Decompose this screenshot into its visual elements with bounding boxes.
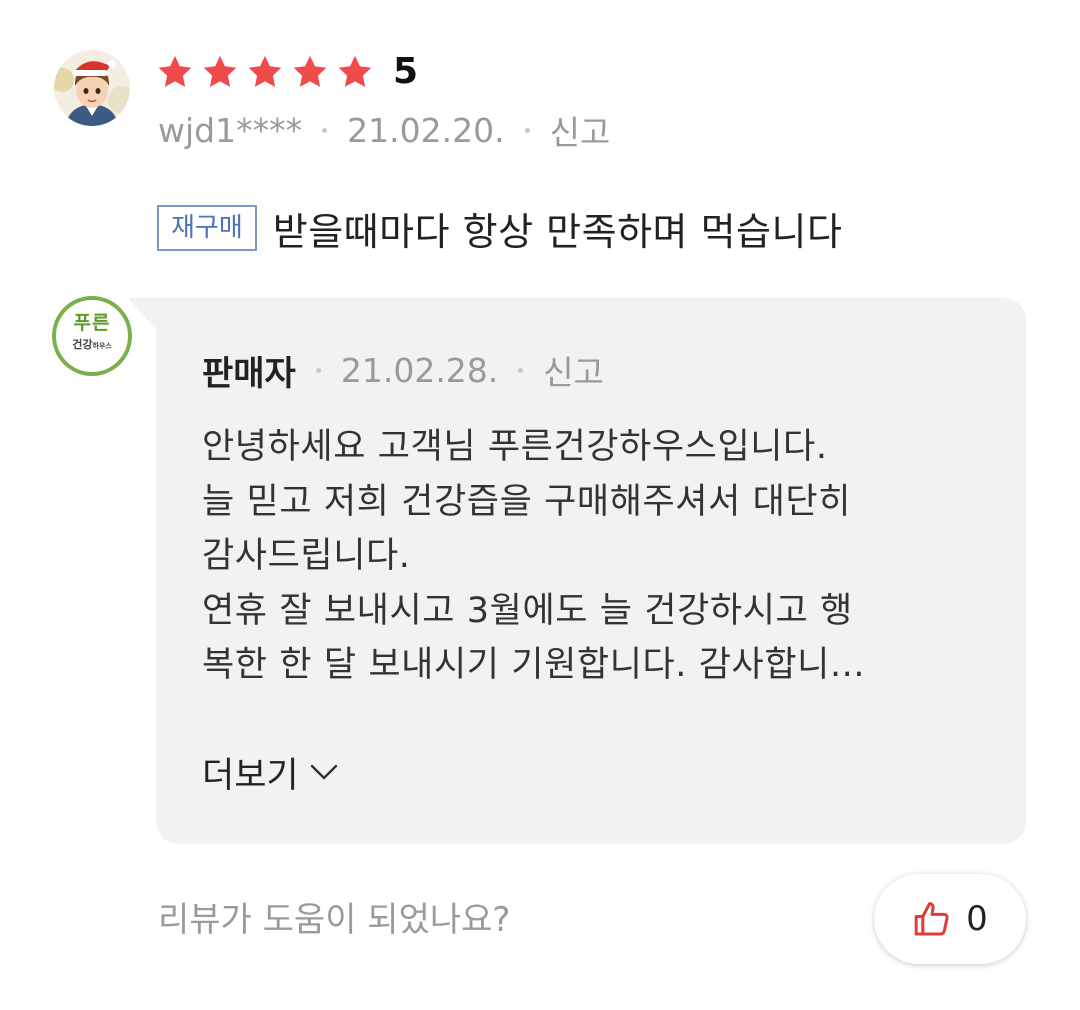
repurchase-badge: 재구매 xyxy=(157,205,257,251)
review-date: 21.02.20. xyxy=(347,110,505,150)
seller-meta: 판매자 21.02.28. 신고 xyxy=(202,346,604,394)
seller-logo-text-top: 푸른 xyxy=(73,312,111,334)
meta-separator xyxy=(315,367,321,373)
seller-logo-text-sub: 하우스 xyxy=(92,342,112,350)
seller-name: 판매자 xyxy=(202,353,296,394)
reply-line: 감사드립니다. xyxy=(202,536,411,576)
thumbs-up-icon xyxy=(914,902,949,936)
reply-line: 안녕하세요 고객님 푸른건강하우스입니다. xyxy=(202,427,828,467)
star-icon xyxy=(293,55,327,87)
seller-logo: 푸른 건강하우스 xyxy=(52,296,132,376)
seller-logo-text-main: 건강 xyxy=(72,338,93,351)
seller-reply-bubble: 판매자 21.02.28. 신고 안녕하세요 고객님 푸른건강하우스입니다. 늘… xyxy=(156,298,1026,844)
more-button-label: 더보기 xyxy=(202,755,299,796)
reply-line: 복한 한 달 보내시기 기원합니다. 감사합니... xyxy=(202,645,866,685)
seller-reply-text: 안녕하세요 고객님 푸른건강하우스입니다. 늘 믿고 저희 건강즙을 구매해주셔… xyxy=(202,420,992,693)
rating-stars: 5 xyxy=(156,50,418,94)
star-icon xyxy=(338,55,372,87)
more-button[interactable]: 더보기 xyxy=(202,748,339,796)
rating-value: 5 xyxy=(393,51,419,92)
reply-bubble-tail xyxy=(128,298,158,332)
review-author: wjd1**** xyxy=(158,110,303,150)
seller-report-link[interactable]: 신고 xyxy=(543,346,604,394)
like-count: 0 xyxy=(966,899,988,939)
review-meta: wjd1**** 21.02.20. 신고 xyxy=(158,106,611,154)
review-content: 재구매 받을때마다 항상 만족하며 먹습니다 xyxy=(157,200,842,256)
meta-separator xyxy=(518,367,524,373)
meta-separator xyxy=(524,127,530,133)
seller-reply-date: 21.02.28. xyxy=(340,350,499,390)
review-report-link[interactable]: 신고 xyxy=(550,106,611,154)
star-icon xyxy=(203,55,237,87)
reply-line: 늘 믿고 저희 건강즙을 구매해주셔서 대단히 xyxy=(202,481,852,522)
helpful-question: 리뷰가 도움이 되었나요? xyxy=(158,900,511,940)
reply-line: 연휴 잘 보내시고 3월에도 늘 건강하시고 행 xyxy=(202,590,853,631)
review-text: 받을때마다 항상 만족하며 먹습니다 xyxy=(272,209,843,254)
star-icon xyxy=(248,55,282,87)
like-button[interactable]: 0 xyxy=(874,874,1026,964)
meta-separator xyxy=(322,127,328,133)
seller-logo-text-bottom: 건강하우스 xyxy=(56,338,128,353)
star-icon xyxy=(158,55,192,87)
reviewer-avatar xyxy=(54,50,130,126)
chevron-down-icon xyxy=(310,764,337,780)
